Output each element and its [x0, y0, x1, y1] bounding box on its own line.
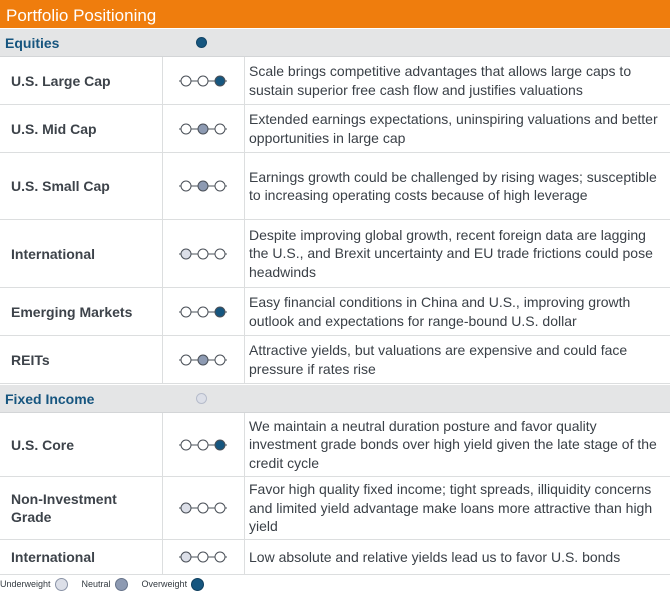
table-row: U.S. Core We maintain a neutral duration…	[0, 413, 670, 477]
asset-class-name: U.S. Large Cap	[11, 72, 111, 89]
position-indicator-icon	[178, 122, 228, 136]
position-scale	[179, 354, 227, 365]
position-dot	[197, 551, 209, 563]
table-row: U.S. Mid Cap Extended earnings expectati…	[0, 105, 670, 153]
position-dot	[180, 306, 192, 317]
underweight-dot-icon	[54, 577, 68, 591]
row-description: Extended earnings expectations, uninspir…	[249, 111, 658, 146]
section-label: Equities	[5, 35, 60, 51]
asset-class-name: U.S. Small Cap	[11, 178, 110, 194]
asset-class-name: REITs	[11, 351, 50, 368]
position-scale	[179, 551, 227, 563]
row-description: Scale brings competitive advantages that…	[249, 63, 632, 98]
position-dot	[197, 248, 209, 259]
position-dot	[180, 180, 192, 192]
position-indicator-icon	[178, 550, 228, 564]
position-indicator-icon	[178, 305, 228, 319]
position-scale	[179, 75, 227, 86]
section-header-fixed-income: Fixed Income	[0, 384, 670, 413]
position-indicator-icon	[178, 438, 228, 452]
table-title: Portfolio Positioning	[0, 0, 670, 28]
position-dot	[180, 354, 192, 365]
section-overall-dot-icon	[196, 37, 207, 48]
position-dot	[180, 75, 192, 86]
asset-class-name: U.S. Mid Cap	[11, 120, 97, 137]
position-indicator-icon	[178, 247, 228, 261]
row-description: Despite improving global growth, recent …	[249, 226, 653, 280]
row-description: We maintain a neutral duration posture a…	[249, 417, 657, 471]
legend-label: Underweight	[0, 579, 51, 589]
row-description: Favor high quality fixed income; tight s…	[249, 481, 653, 535]
table-row: REITs Attractive yields, but valuations …	[0, 336, 670, 384]
position-scale	[179, 248, 227, 259]
asset-class-name: International	[11, 549, 96, 565]
selected-position-dot	[214, 439, 226, 450]
legend-label: Neutral	[81, 579, 111, 589]
position-dot	[214, 180, 226, 192]
position-indicator-icon	[178, 501, 228, 515]
selected-position-dot	[214, 306, 226, 317]
position-dot	[214, 502, 226, 514]
section-overall-dot-icon	[196, 393, 207, 404]
position-scale	[179, 502, 227, 514]
legend-item-neutral: Neutral	[81, 577, 128, 591]
overweight-dot-icon	[191, 577, 205, 591]
selected-position-dot	[197, 123, 209, 134]
position-dot	[197, 439, 209, 450]
legend: Underweight Neutral Overweight	[0, 574, 670, 594]
asset-class-name: Emerging Markets	[11, 303, 133, 320]
selected-position-dot	[197, 180, 209, 192]
position-dot	[180, 439, 192, 450]
row-description: Earnings growth could be challenged by r…	[249, 168, 657, 204]
position-indicator-icon	[178, 74, 228, 88]
legend-item-overweight: Overweight	[141, 577, 205, 591]
legend-item-underweight: Underweight	[0, 577, 68, 591]
position-dot	[197, 502, 209, 514]
position-dot	[180, 123, 192, 134]
table-row: International Despite improving global g…	[0, 220, 670, 288]
position-scale	[179, 439, 227, 450]
position-dot	[214, 123, 226, 134]
asset-class-name: International	[11, 245, 96, 262]
position-scale	[179, 306, 227, 317]
selected-position-dot	[214, 75, 226, 86]
position-dot	[197, 75, 209, 86]
position-dot	[197, 306, 209, 317]
asset-class-name: U.S. Core	[11, 436, 75, 453]
legend-label: Overweight	[141, 579, 188, 589]
neutral-dot-icon	[114, 577, 128, 591]
asset-class-name: Non-Investment Grade	[11, 491, 117, 525]
table-row: U.S. Small Cap Earnings growth could be …	[0, 153, 670, 220]
position-dot	[214, 354, 226, 365]
position-scale	[179, 123, 227, 134]
section-header-equities: Equities	[0, 28, 670, 57]
position-scale	[179, 180, 227, 192]
position-indicator-icon	[178, 179, 228, 193]
position-indicator-icon	[178, 353, 228, 367]
row-description: Easy financial conditions in China and U…	[249, 294, 631, 329]
position-dot	[214, 248, 226, 259]
row-description: Low absolute and relative yields lead us…	[249, 548, 621, 565]
selected-position-dot	[197, 354, 209, 365]
selected-position-dot	[180, 551, 192, 563]
section-label: Fixed Income	[5, 391, 95, 407]
selected-position-dot	[180, 502, 192, 514]
table-row: U.S. Large Cap Scale brings competitive …	[0, 57, 670, 105]
row-description: Attractive yields, but valuations are ex…	[249, 342, 628, 377]
position-dot	[214, 551, 226, 563]
table-row: Emerging Markets Easy financial conditio…	[0, 288, 670, 336]
table-row: Non-Investment Grade Favor high quality …	[0, 477, 670, 540]
table-row: International Low absolute and relative …	[0, 540, 670, 575]
portfolio-positioning-table: Portfolio Positioning Equities U.S. Larg…	[0, 0, 670, 598]
selected-position-dot	[180, 248, 192, 259]
